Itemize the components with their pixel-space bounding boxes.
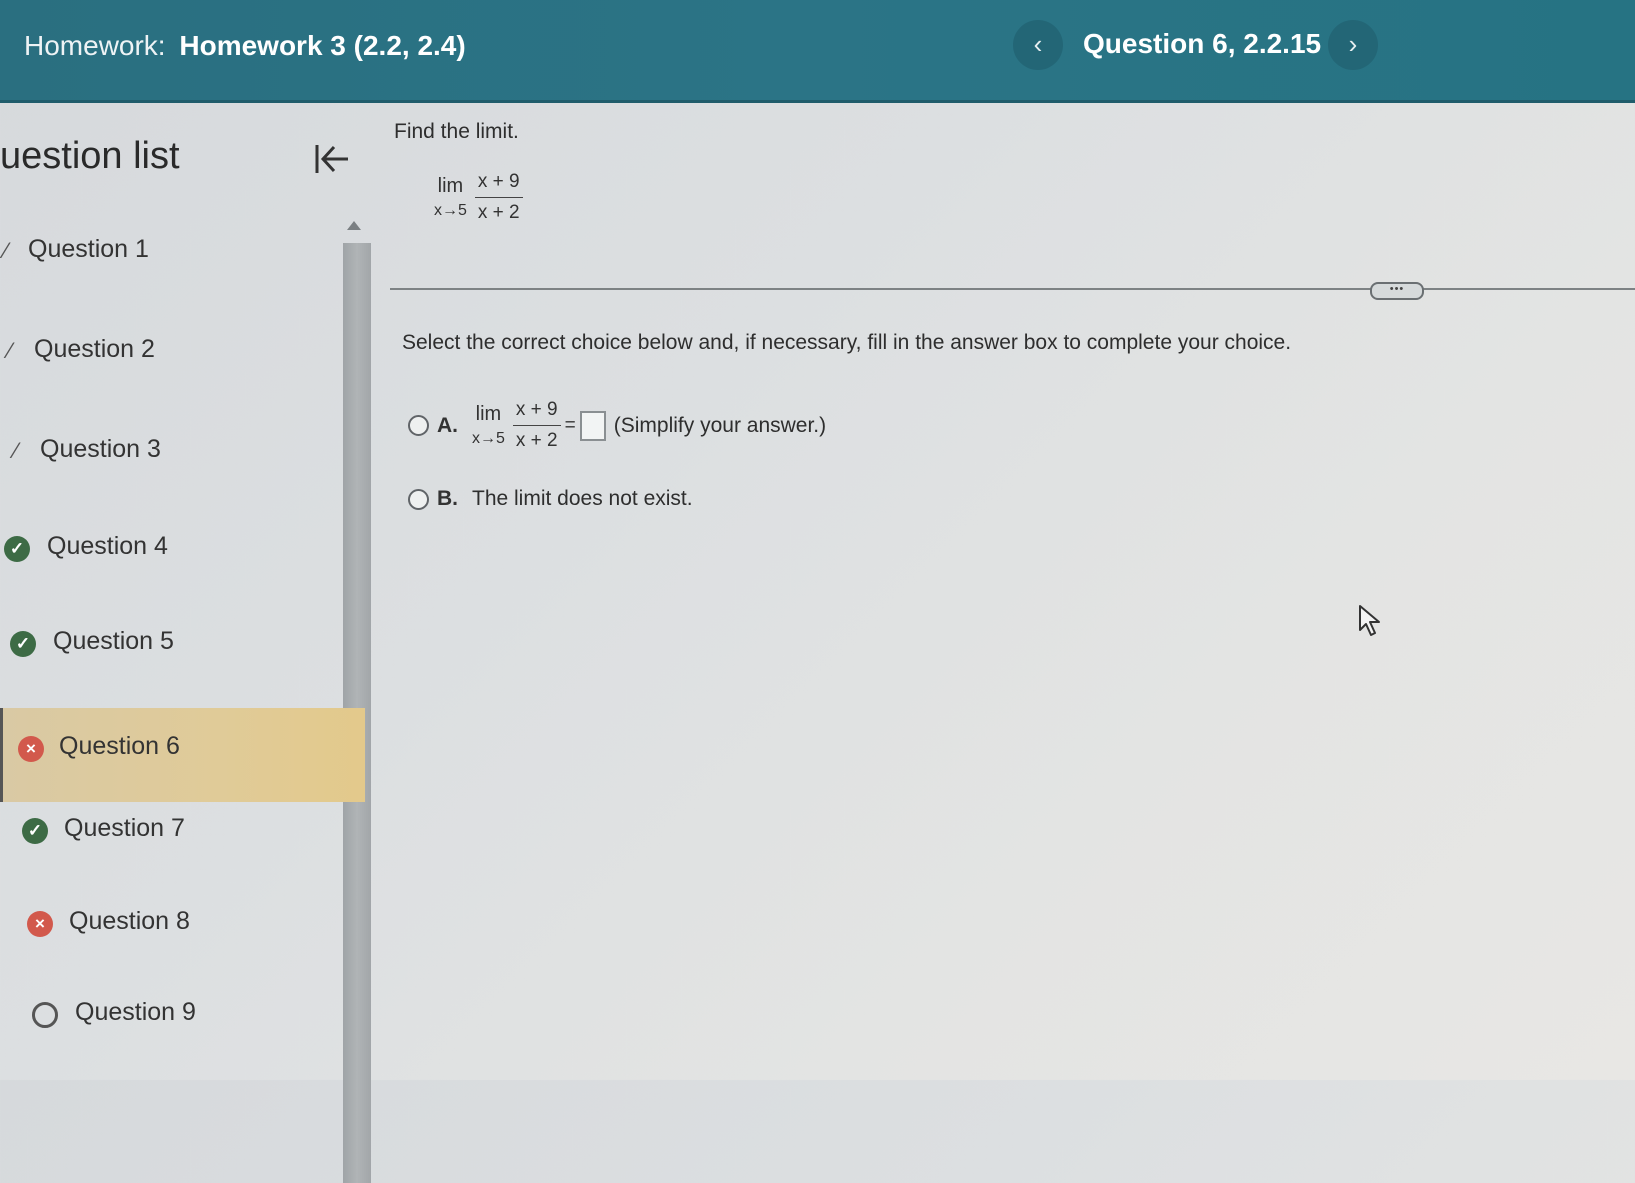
chevron-left-icon: ‹ [1033, 29, 1043, 59]
question-list-item-3[interactable]: ⁄ Question 3 [0, 411, 362, 505]
lim-approach: x→5 [434, 202, 467, 219]
homework-name: Homework 3 (2.2, 2.4) [179, 30, 466, 61]
simplify-hint: (Simplify your answer.) [613, 413, 827, 437]
limit-expression: lim x→5 x + 9 x + 2 [434, 171, 523, 224]
partial-credit-icon: ⁄ [4, 238, 8, 263]
top-bar: Homework: Homework 3 (2.2, 2.4) ‹ Questi… [0, 0, 1635, 103]
question-list-item-9[interactable]: Question 9 [0, 974, 362, 1068]
section-divider [390, 288, 1635, 290]
equals-sign: = [564, 414, 576, 436]
question-label: Question 6, 2.2.15 [1083, 28, 1322, 59]
empty-circle-icon [32, 1002, 58, 1028]
question-item-label: Question 7 [64, 814, 185, 842]
homework-title: Homework: Homework 3 (2.2, 2.4) [24, 30, 466, 62]
choice-a-fraction: x + 9 x + 2 [512, 399, 561, 452]
question-item-label: Question 2 [34, 335, 155, 363]
denominator: x + 2 [515, 430, 558, 451]
question-list-item-2[interactable]: ⁄ Question 2 [0, 311, 362, 405]
numerator: x + 9 [512, 399, 561, 426]
previous-question-button[interactable]: ‹ [1013, 20, 1063, 70]
lim-word: lim [475, 403, 502, 425]
partial-credit-icon: ⁄ [14, 438, 18, 463]
problem-area: Find the limit. lim x→5 x + 9 x + 2 ••• … [380, 103, 1635, 1080]
partial-credit-icon: ⁄ [8, 338, 12, 363]
instruction-text: Select the correct choice below and, if … [402, 331, 1292, 354]
next-question-button[interactable]: › [1328, 20, 1378, 70]
question-list-panel: uestion list ⁄ Question 1 ⁄ Question 2 ⁄… [0, 103, 371, 1183]
question-list-item-6[interactable]: × Question 6 [0, 708, 365, 802]
question-item-label: Question 4 [47, 532, 168, 560]
choice-a[interactable]: A. lim x→5 x + 9 x + 2 = (Simplify your … [408, 399, 826, 452]
question-item-label: Question 3 [40, 435, 161, 463]
x-circle-icon: × [18, 736, 44, 762]
check-circle-icon: ✓ [4, 536, 30, 562]
x-circle-icon: × [27, 911, 53, 937]
question-list-item-5[interactable]: ✓ Question 5 [0, 603, 362, 697]
limit-fraction: x + 9 x + 2 [474, 171, 523, 224]
check-circle-icon: ✓ [10, 631, 36, 657]
question-item-label: Question 9 [75, 998, 196, 1026]
choice-b[interactable]: B. The limit does not exist. [408, 487, 693, 511]
denominator: x + 2 [477, 202, 520, 223]
question-item-label: Question 5 [53, 627, 174, 655]
choice-a-limit: lim x→5 x + 9 x + 2 [472, 399, 561, 452]
check-circle-icon: ✓ [22, 818, 48, 844]
question-list-item-4[interactable]: ✓ Question 4 [0, 508, 362, 602]
mouse-pointer-icon [1359, 605, 1380, 636]
choice-b-letter: B. [437, 487, 458, 510]
numerator: x + 9 [474, 171, 523, 198]
choice-a-letter: A. [437, 413, 458, 437]
chevron-right-icon: › [1348, 29, 1358, 59]
choice-a-radio[interactable] [408, 415, 429, 436]
answer-input-box[interactable] [579, 410, 606, 441]
question-list-item-8[interactable]: × Question 8 [0, 883, 362, 977]
choice-b-radio[interactable] [408, 488, 429, 510]
lim-word: lim [437, 175, 464, 197]
question-item-label: Question 6 [59, 732, 180, 760]
question-list-title: uestion list [0, 135, 180, 177]
collapse-left-icon[interactable] [312, 139, 352, 179]
choice-b-text: The limit does not exist. [472, 487, 693, 510]
question-list-item-7[interactable]: ✓ Question 7 [0, 790, 362, 884]
lim-approach: x→5 [472, 430, 505, 447]
homework-prefix: Homework: [24, 30, 166, 61]
problem-prompt: Find the limit. [394, 120, 519, 143]
more-options-button[interactable]: ••• [1370, 282, 1424, 300]
question-item-label: Question 8 [69, 907, 190, 935]
question-item-label: Question 1 [28, 235, 149, 263]
question-list-item-1[interactable]: ⁄ Question 1 [0, 211, 362, 305]
